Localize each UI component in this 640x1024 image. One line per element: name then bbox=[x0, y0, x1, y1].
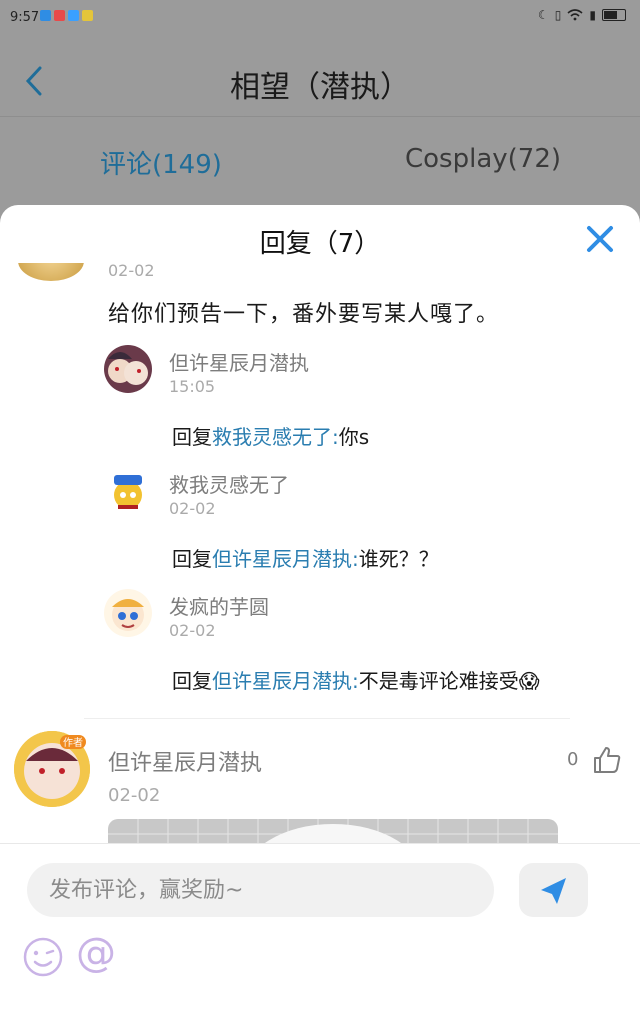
tab-cosplay[interactable]: Cosplay(72) bbox=[405, 144, 561, 174]
comment-date: 02-02 bbox=[108, 263, 155, 280]
app-notification-icon bbox=[54, 10, 65, 21]
reply-target-link[interactable]: 救我灵感无了: bbox=[212, 425, 339, 449]
like-count: 0 bbox=[567, 749, 579, 770]
reply-text: 回复但许星辰月潜执:不是毒评论难接受😱 bbox=[172, 669, 540, 693]
reply-target-link[interactable]: 但许星辰月潜执: bbox=[212, 669, 359, 693]
reply-target-link[interactable]: 但许星辰月潜执: bbox=[212, 547, 359, 571]
reply-author[interactable]: 救我灵感无了 bbox=[169, 469, 289, 498]
page-title: 相望（潜执） bbox=[230, 70, 410, 105]
app-notification-icon bbox=[82, 10, 93, 21]
close-icon[interactable] bbox=[584, 223, 616, 255]
sim-alert-icon: ▮ bbox=[589, 8, 596, 22]
header-divider bbox=[0, 116, 640, 117]
emoji-icon[interactable] bbox=[22, 936, 64, 978]
system-icons: ☾ ▯ ▮ bbox=[538, 8, 626, 22]
tab-comments[interactable]: 评论(149) bbox=[100, 144, 222, 181]
reply-author[interactable]: 发疯的芋圆 bbox=[169, 591, 269, 620]
send-icon bbox=[541, 878, 566, 904]
status-time: 9:57 bbox=[10, 10, 40, 25]
comment-date: 02-02 bbox=[108, 785, 161, 806]
app-notification-icon bbox=[40, 10, 51, 21]
comment-input[interactable] bbox=[27, 863, 494, 917]
reply-sheet: 回复（7） 02-02 给你们预告一下，番外要写某人嘎了。 但许星辰月潜执 15… bbox=[0, 205, 640, 1024]
thumbs-up-icon[interactable] bbox=[592, 745, 622, 775]
avatar[interactable] bbox=[104, 467, 152, 515]
avatar[interactable] bbox=[18, 263, 84, 281]
reply-text: 回复救我灵感无了:你s bbox=[172, 425, 370, 449]
author-badge: 作者 bbox=[63, 737, 83, 749]
avatar[interactable]: 作者 bbox=[14, 731, 90, 807]
mention-icon[interactable]: @ bbox=[76, 930, 116, 976]
sheet-title: 回复（7） bbox=[259, 229, 381, 259]
list-item[interactable]: 发疯的芋圆 02-02 回复但许星辰月潜执:不是毒评论难接受😱 bbox=[104, 589, 624, 699]
status-app-icons bbox=[40, 10, 93, 21]
list-item[interactable]: 救我灵感无了 02-02 回复但许星辰月潜执:谁死？？ bbox=[104, 467, 624, 577]
battery-icon bbox=[602, 9, 626, 21]
moon-icon: ☾ bbox=[538, 8, 549, 22]
avatar[interactable] bbox=[104, 589, 152, 637]
reply-date: 15:05 bbox=[169, 377, 216, 396]
send-button[interactable] bbox=[519, 863, 588, 917]
status-bar: 9:57 ☾ ▯ ▮ bbox=[0, 0, 640, 36]
reply-list[interactable]: 02-02 给你们预告一下，番外要写某人嘎了。 但许星辰月潜执 15:05 回复… bbox=[0, 263, 640, 843]
comment-composer: @ bbox=[0, 843, 640, 1024]
comment-text: 给你们预告一下，番外要写某人嘎了。 bbox=[108, 302, 500, 327]
divider bbox=[84, 718, 570, 719]
comment-image[interactable] bbox=[108, 819, 558, 843]
reply-author[interactable]: 但许星辰月潜执 bbox=[169, 347, 309, 376]
avatar[interactable] bbox=[104, 345, 152, 393]
reply-date: 02-02 bbox=[169, 621, 216, 640]
list-item[interactable]: 但许星辰月潜执 15:05 回复救我灵感无了:你s bbox=[104, 345, 624, 455]
app-notification-icon bbox=[68, 10, 79, 21]
reply-date: 02-02 bbox=[169, 499, 216, 518]
vibrate-icon: ▯ bbox=[554, 8, 562, 22]
reply-text: 回复但许星辰月潜执:谁死？？ bbox=[172, 547, 439, 571]
comment-author[interactable]: 但许星辰月潜执 bbox=[108, 745, 262, 777]
wifi-icon bbox=[567, 9, 583, 21]
